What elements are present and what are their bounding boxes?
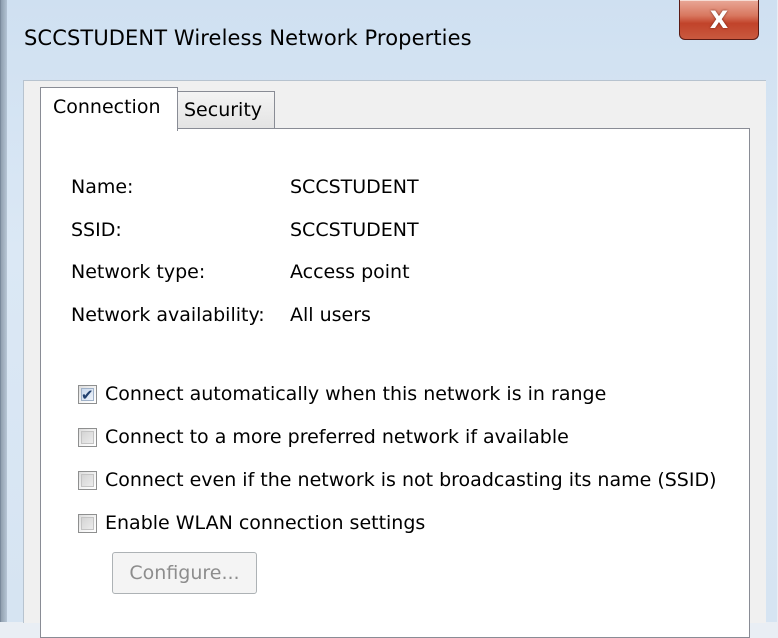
connection-tab-panel: Name: SCCSTUDENT SSID: SCCSTUDENT Networ… — [40, 128, 750, 638]
connect-hidden-ssid-checkbox[interactable] — [78, 470, 97, 490]
connect-preferred-checkbox[interactable] — [78, 427, 97, 447]
checkmark-icon: ✔ — [81, 385, 94, 404]
close-button[interactable]: X — [679, 0, 759, 40]
dialog-client-area: Connection Security Name: SCCSTUDENT SSI… — [23, 80, 766, 638]
close-icon: X — [709, 5, 729, 34]
network-type-value: Access point — [290, 261, 410, 283]
configure-button[interactable]: Configure... — [112, 552, 257, 594]
ssid-value: SCCSTUDENT — [290, 219, 419, 241]
connect-hidden-ssid-option[interactable]: Connect even if the network is not broad… — [78, 468, 717, 492]
tab-connection-label: Connection — [53, 96, 161, 118]
connect-hidden-ssid-label[interactable]: Connect even if the network is not broad… — [105, 469, 717, 491]
connect-automatically-option[interactable]: ✔ Connect automatically when this networ… — [78, 382, 606, 406]
title-bar[interactable]: SCCSTUDENT Wireless Network Properties X — [1, 0, 777, 80]
tab-security-label: Security — [184, 99, 263, 121]
connect-automatically-label[interactable]: Connect automatically when this network … — [105, 383, 606, 405]
ssid-label: SSID: — [71, 219, 122, 241]
connect-preferred-label[interactable]: Connect to a more preferred network if a… — [105, 426, 569, 448]
name-value: SCCSTUDENT — [290, 176, 419, 198]
window-edge — [1, 0, 7, 622]
properties-window: SCCSTUDENT Wireless Network Properties X… — [0, 0, 777, 638]
network-availability-value: All users — [290, 304, 371, 326]
connect-automatically-checkbox[interactable]: ✔ — [78, 384, 97, 404]
enable-wlan-settings-checkbox[interactable] — [78, 513, 97, 533]
connect-preferred-option[interactable]: Connect to a more preferred network if a… — [78, 425, 569, 449]
enable-wlan-settings-label[interactable]: Enable WLAN connection settings — [105, 512, 425, 534]
enable-wlan-settings-option[interactable]: Enable WLAN connection settings — [78, 511, 425, 535]
name-label: Name: — [71, 176, 134, 198]
tab-connection[interactable]: Connection — [40, 87, 178, 131]
network-type-label: Network type: — [71, 261, 206, 283]
window-title: SCCSTUDENT Wireless Network Properties — [24, 26, 472, 50]
network-availability-label: Network availability: — [71, 304, 265, 326]
tab-security[interactable]: Security — [177, 91, 275, 129]
